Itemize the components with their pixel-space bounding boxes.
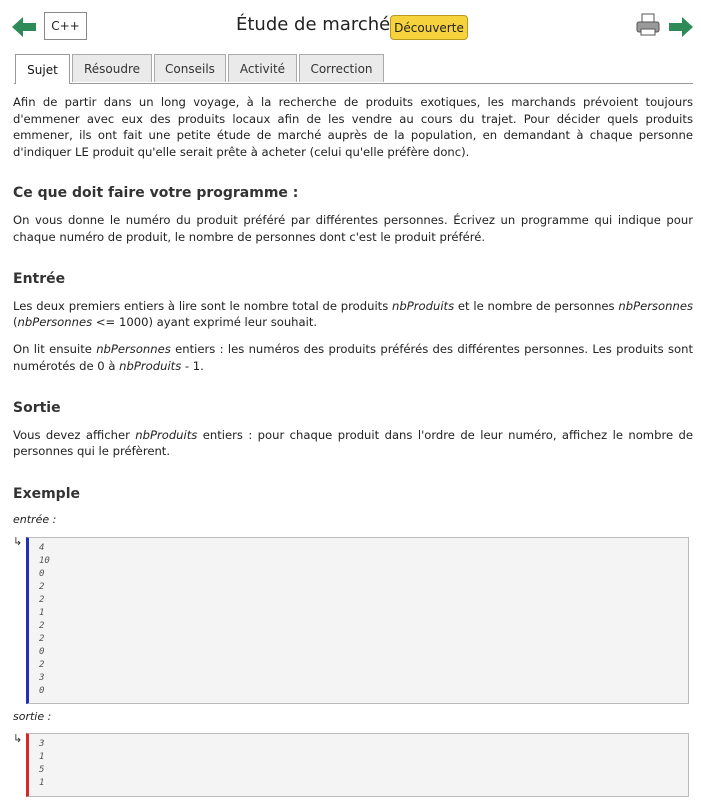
statement: Afin de partir dans un long voyage, à la… (13, 94, 693, 503)
tab-correction[interactable]: Correction (299, 54, 384, 82)
intro-paragraph: Afin de partir dans un long voyage, à la… (13, 95, 693, 159)
task-paragraph: On vous donne le numéro du produit préfé… (13, 212, 693, 244)
input-line: 2 (39, 582, 45, 592)
output-line: 5 (39, 765, 45, 775)
example-input-box: 4 10 0 2 2 1 2 2 0 2 3 0 (26, 537, 689, 704)
input-heading: Entrée (13, 271, 66, 288)
page-title: Étude de marché (236, 14, 391, 35)
input-line: 2 (39, 595, 45, 605)
output-line: 1 (39, 752, 45, 762)
language-selector[interactable]: C++ (44, 12, 87, 40)
printer-icon[interactable] (636, 13, 660, 37)
input-line: 0 (39, 686, 45, 696)
input-line: 2 (39, 621, 45, 631)
output-line: 1 (39, 778, 45, 788)
output-heading: Sortie (13, 400, 61, 417)
example-output-box: 3 1 5 1 (26, 733, 689, 797)
input-line: 3 (39, 673, 45, 683)
difficulty-badge: Découverte (390, 15, 468, 40)
input-line: 0 (39, 647, 45, 657)
tab-bar: Sujet Résoudre Conseils Activité Correct… (14, 54, 693, 84)
output-line: 3 (39, 739, 45, 749)
output-paragraph: Vous devez afficher nbProduits entiers :… (13, 427, 694, 459)
tab-resoudre[interactable]: Résoudre (72, 54, 152, 82)
input-paragraph-2: On lit ensuite nbPersonnes entiers : les… (13, 341, 693, 373)
back-arrow-icon[interactable] (12, 17, 36, 37)
tab-conseils[interactable]: Conseils (154, 54, 226, 82)
header-bar: C++ Étude de marché Découverte (0, 0, 701, 54)
return-icon: ↳ (13, 732, 23, 745)
input-line: 2 (39, 660, 45, 670)
output-label: sortie : (13, 710, 52, 723)
input-paragraph-1: Les deux premiers entiers à lire sont le… (13, 298, 693, 330)
return-icon: ↳ (13, 535, 23, 548)
input-line: 10 (39, 556, 50, 566)
example-heading: Exemple (13, 485, 80, 502)
input-line: 2 (39, 634, 45, 644)
input-line: 0 (39, 569, 45, 579)
input-line: 1 (39, 608, 45, 618)
input-line: 4 (39, 543, 45, 553)
forward-arrow-icon[interactable] (669, 17, 693, 37)
tab-sujet[interactable]: Sujet (15, 54, 70, 84)
task-heading: Ce que doit faire votre programme : (13, 185, 299, 202)
input-label: entrée : (13, 513, 57, 526)
tab-activite[interactable]: Activité (228, 54, 297, 82)
